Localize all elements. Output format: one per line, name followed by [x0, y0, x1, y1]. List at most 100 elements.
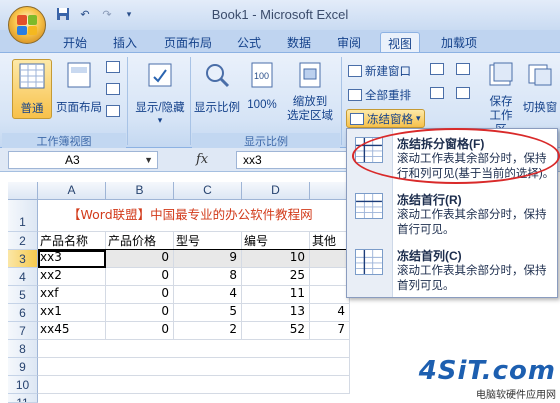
cell-b3[interactable]: 0	[106, 250, 174, 268]
freeze-top-row-icon	[355, 193, 383, 219]
cell-e2[interactable]: 其他	[310, 232, 350, 250]
tab-data[interactable]: 数据	[282, 32, 316, 52]
row-header[interactable]: 9	[8, 358, 38, 376]
tab-insert[interactable]: 插入	[108, 32, 142, 52]
freeze-panes-button[interactable]: 冻结窗格 ▾	[346, 109, 425, 128]
menu-item-description: 滚动工作表其余部分时，保持行和列可见(基于当前的选择)。	[397, 153, 555, 180]
cell-c7[interactable]: 2	[174, 322, 242, 340]
zoom-button[interactable]: 显示比例	[194, 59, 240, 129]
row-header[interactable]: 8	[8, 340, 38, 358]
function-icon[interactable]: fx	[196, 152, 208, 167]
zoom-to-selection-button[interactable]: 缩放到 选定区域	[282, 59, 338, 131]
tab-addins[interactable]: 加载项	[436, 32, 482, 52]
save-workspace-button[interactable]: 保存 工作区	[484, 59, 518, 136]
cell-c4[interactable]: 8	[174, 268, 242, 286]
row-header[interactable]: 3	[8, 250, 38, 268]
arrange-all-button[interactable]: 全部重排	[348, 87, 411, 103]
cell-e4[interactable]	[310, 268, 350, 286]
zoom-100-button[interactable]: 100 100%	[244, 59, 280, 129]
normal-view-button[interactable]: 普通	[12, 59, 52, 119]
cell-a3-selected[interactable]: xx3	[38, 250, 106, 268]
row-header[interactable]: 6	[8, 304, 38, 322]
cell-d5[interactable]: 11	[242, 286, 310, 304]
empty-row[interactable]	[38, 340, 350, 358]
cell-a7[interactable]: xx45	[38, 322, 106, 340]
row-header[interactable]: 1	[8, 200, 38, 232]
full-screen-button[interactable]	[106, 105, 120, 117]
cell-e3[interactable]	[310, 250, 350, 268]
cell-a2[interactable]: 产品名称	[38, 232, 106, 250]
svg-text:100: 100	[254, 71, 269, 81]
zoom-group-label: 显示比例	[192, 133, 340, 148]
column-header-c[interactable]: C	[174, 182, 242, 200]
cell-e5[interactable]	[310, 286, 350, 304]
cell-b4[interactable]: 0	[106, 268, 174, 286]
save-workspace-label-1: 保存	[489, 96, 513, 108]
cell-e7[interactable]: 7	[310, 322, 350, 340]
page-layout-view-button[interactable]: 页面布局	[56, 59, 102, 119]
cell-d3[interactable]: 10	[242, 250, 310, 268]
column-header-b[interactable]: B	[106, 182, 174, 200]
full-screen-icon	[106, 105, 120, 117]
cell-c5[interactable]: 4	[174, 286, 242, 304]
menu-item-freeze-top-row[interactable]: 冻结首行(R) 滚动工作表其余部分时，保持首行可见。	[347, 187, 557, 239]
row-header[interactable]: 4	[8, 268, 38, 286]
freeze-panes-icon	[355, 137, 383, 163]
menu-item-freeze-panes[interactable]: 冻结拆分窗格(F) 滚动工作表其余部分时，保持行和列可见(基于当前的选择)。	[347, 131, 557, 183]
cell-c3[interactable]: 9	[174, 250, 242, 268]
cell-a4[interactable]: xx2	[38, 268, 106, 286]
view-side-by-side-button[interactable]	[456, 63, 470, 75]
title-cell[interactable]: 【Word联盟】中国最专业的办公软件教程网	[38, 200, 350, 232]
cell-b6[interactable]: 0	[106, 304, 174, 322]
cell-d6[interactable]: 13	[242, 304, 310, 322]
hide-window-button[interactable]	[430, 87, 444, 99]
split-button[interactable]	[430, 63, 444, 75]
tab-review[interactable]: 审阅	[332, 32, 366, 52]
column-header-e[interactable]	[310, 182, 350, 200]
tab-formulas[interactable]: 公式	[232, 32, 266, 52]
tab-view[interactable]: 视图	[380, 32, 420, 52]
cell-b2[interactable]: 产品价格	[106, 232, 174, 250]
name-box[interactable]: A3 ▼	[8, 151, 158, 169]
zoom-label: 显示比例	[194, 102, 240, 114]
column-header-d[interactable]: D	[242, 182, 310, 200]
zoom-100-icon: 100	[251, 62, 273, 88]
menu-item-freeze-first-column[interactable]: 冻结首列(C) 滚动工作表其余部分时，保持首列可见。	[347, 243, 557, 295]
page-break-preview-button[interactable]	[106, 61, 120, 73]
zoom-to-selection-icon	[299, 62, 321, 88]
cell-d2[interactable]: 编号	[242, 232, 310, 250]
cell-c6[interactable]: 5	[174, 304, 242, 322]
cell-a5[interactable]: xxf	[38, 286, 106, 304]
empty-row[interactable]	[38, 358, 350, 376]
row-header[interactable]: 10	[8, 376, 38, 394]
office-button[interactable]	[8, 6, 46, 44]
cell-b5[interactable]: 0	[106, 286, 174, 304]
show-hide-button[interactable]: 显示/隐藏 ▾	[132, 59, 188, 129]
cell-d4[interactable]: 25	[242, 268, 310, 286]
new-window-button[interactable]: 新建窗口	[348, 63, 411, 79]
magnifier-icon	[206, 64, 230, 88]
cell-a6[interactable]: xx1	[38, 304, 106, 322]
row-header[interactable]: 7	[8, 322, 38, 340]
row-header[interactable]: 11	[8, 394, 38, 403]
cell-e6[interactable]: 4	[310, 304, 350, 322]
row-header[interactable]: 5	[8, 286, 38, 304]
menu-item-title: 冻结首行(R)	[397, 193, 462, 207]
workbook-views-group-label: 工作簿视图	[2, 133, 126, 148]
tab-page-layout[interactable]: 页面布局	[160, 32, 216, 52]
empty-row[interactable]	[38, 376, 350, 394]
sync-scroll-button[interactable]	[456, 87, 470, 99]
chevron-down-icon[interactable]: ▼	[144, 152, 153, 168]
window-title: Book1 - Microsoft Excel	[211, 7, 349, 22]
tab-home[interactable]: 开始	[58, 32, 92, 52]
select-all-corner[interactable]	[8, 182, 38, 200]
custom-views-button[interactable]	[106, 83, 120, 95]
cell-b7[interactable]: 0	[106, 322, 174, 340]
cell-d7[interactable]: 52	[242, 322, 310, 340]
row-header[interactable]: 2	[8, 232, 38, 250]
switch-windows-button[interactable]: 切换窗	[520, 59, 560, 131]
column-header-a[interactable]: A	[38, 182, 106, 200]
cell-c2[interactable]: 型号	[174, 232, 242, 250]
freeze-panes-icon	[350, 112, 364, 125]
office-logo-icon	[17, 15, 37, 35]
